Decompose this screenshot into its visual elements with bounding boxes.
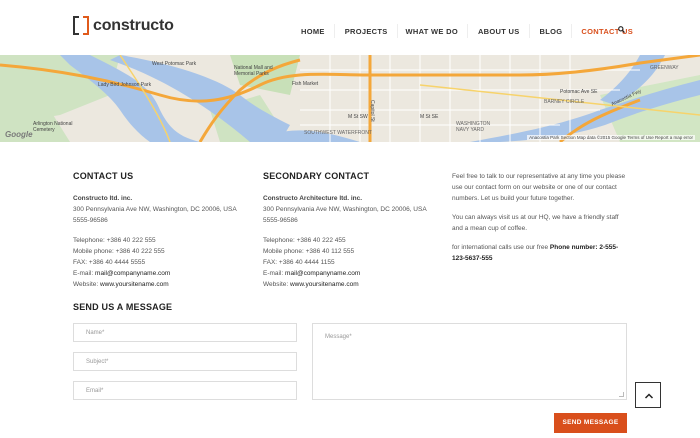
contact-mobile: Mobile phone: +386 40 222 555 — [73, 248, 165, 255]
message-placeholder: Message* — [325, 334, 352, 340]
send-message-button[interactable]: SEND MESSAGE — [554, 413, 627, 433]
secondary-website-link[interactable]: www.yoursitename.com — [290, 281, 359, 288]
map-label: National Mall and Memorial Parks — [234, 65, 273, 77]
map-label: Capitol St — [369, 100, 375, 122]
nav-projects[interactable]: PROJECTS — [335, 27, 397, 36]
map-label: GREENWAY — [650, 65, 679, 71]
email-input[interactable]: Email* — [73, 381, 297, 400]
map-label: Potomac Ave SE — [560, 89, 598, 95]
map-label: BARNEY CIRCLE — [544, 99, 585, 105]
secondary-telephone: Telephone: +386 40 222 455 — [263, 237, 346, 244]
secondary-company: Constructo Architecture ltd. inc. — [263, 195, 363, 202]
site-header: constructo HOME PROJECTS WHAT WE DO ABOU… — [0, 0, 700, 55]
contact-address: 300 Pennsylvania Ave NW, Washington, DC … — [73, 206, 237, 213]
contact-company: Constructo ltd. inc. — [73, 195, 133, 202]
contact-telephone: Telephone: +386 40 222 555 — [73, 237, 156, 244]
contact-zip: 5555-96586 — [73, 217, 108, 224]
secondary-address: 300 Pennsylvania Ave NW, Washington, DC … — [263, 206, 427, 213]
secondary-email-label: E-mail: — [263, 270, 284, 277]
map-data-credit: Map data ©2015 Google — [576, 135, 627, 140]
search-icon[interactable] — [618, 26, 625, 33]
secondary-email-link[interactable]: mail@companyname.com — [285, 270, 360, 277]
contact-website-label: Website: — [73, 281, 99, 288]
map-report-link[interactable]: Report a map error — [655, 135, 693, 140]
nav-blog[interactable]: BLOG — [530, 27, 572, 36]
subject-input[interactable]: Subject* — [73, 352, 297, 371]
form-title: SEND US A MESSAGE — [73, 302, 173, 312]
name-input[interactable]: Name* — [73, 323, 297, 342]
nav-home[interactable]: HOME — [301, 27, 334, 36]
nav-about-us[interactable]: ABOUT US — [468, 27, 529, 36]
secondary-zip: 5555-96586 — [263, 217, 298, 224]
main-nav: HOME PROJECTS WHAT WE DO ABOUT US BLOG C… — [301, 24, 633, 38]
map-label: Arlington National Cemetery — [33, 121, 73, 133]
map-label: West Potomac Park — [152, 61, 197, 67]
google-logo: Google — [5, 130, 33, 139]
contact-website-link[interactable]: www.yoursitename.com — [100, 281, 169, 288]
map-label: Lady Bird Johnson Park — [98, 82, 152, 88]
info-paragraph: Feel free to talk to our representative … — [452, 173, 626, 202]
map-label: SOUTHWEST WATERFRONT — [304, 130, 372, 136]
back-to-top-button[interactable] — [635, 382, 661, 408]
info-paragraph: for international calls use our free Pho… — [452, 242, 627, 264]
contact-fax: FAX: +386 40 4444 5555 — [73, 259, 146, 266]
info-paragraph: You can always visit us at our HQ, we ha… — [452, 214, 619, 232]
logo-text: constructo — [93, 16, 174, 34]
map-label: M St SE — [420, 114, 439, 120]
map-label: Fish Market — [292, 81, 319, 87]
logo[interactable]: constructo — [73, 16, 174, 35]
resize-handle-icon[interactable] — [619, 392, 624, 397]
map-footer-section: Section — [560, 135, 576, 140]
secondary-fax: FAX: +386 40 4444 1155 — [263, 259, 335, 266]
info-phone-prefix: for international calls use our free — [452, 244, 549, 251]
map-graphic — [0, 55, 700, 142]
secondary-contact-column: SECONDARY CONTACT Constructo Architectur… — [263, 171, 438, 290]
message-textarea[interactable]: Message* — [312, 323, 627, 400]
info-column: Feel free to talk to our representative … — [452, 171, 627, 272]
map-footer-park: Anacostia Park — [529, 135, 560, 140]
contact-column: CONTACT US Constructo ltd. inc. 300 Penn… — [73, 171, 248, 290]
contact-email-label: E-mail: — [73, 270, 94, 277]
map-label: WASHINGTON NAVY YARD — [456, 121, 491, 133]
location-map[interactable]: West Potomac Park National Mall and Memo… — [0, 55, 700, 142]
chevron-up-icon — [644, 393, 654, 399]
secondary-website-label: Website: — [263, 281, 289, 288]
contact-title: CONTACT US — [73, 171, 134, 181]
secondary-title: SECONDARY CONTACT — [263, 171, 370, 181]
nav-what-we-do[interactable]: WHAT WE DO — [398, 27, 467, 36]
map-attribution: Anacostia Park Section Map data ©2015 Go… — [527, 135, 695, 140]
map-terms-link[interactable]: Terms of Use — [627, 135, 654, 140]
logo-bracket-icon — [73, 16, 89, 35]
secondary-mobile: Mobile phone: +386 40 112 555 — [263, 248, 355, 255]
map-label: M St SW — [348, 114, 368, 120]
contact-email-link[interactable]: mail@companyname.com — [95, 270, 170, 277]
